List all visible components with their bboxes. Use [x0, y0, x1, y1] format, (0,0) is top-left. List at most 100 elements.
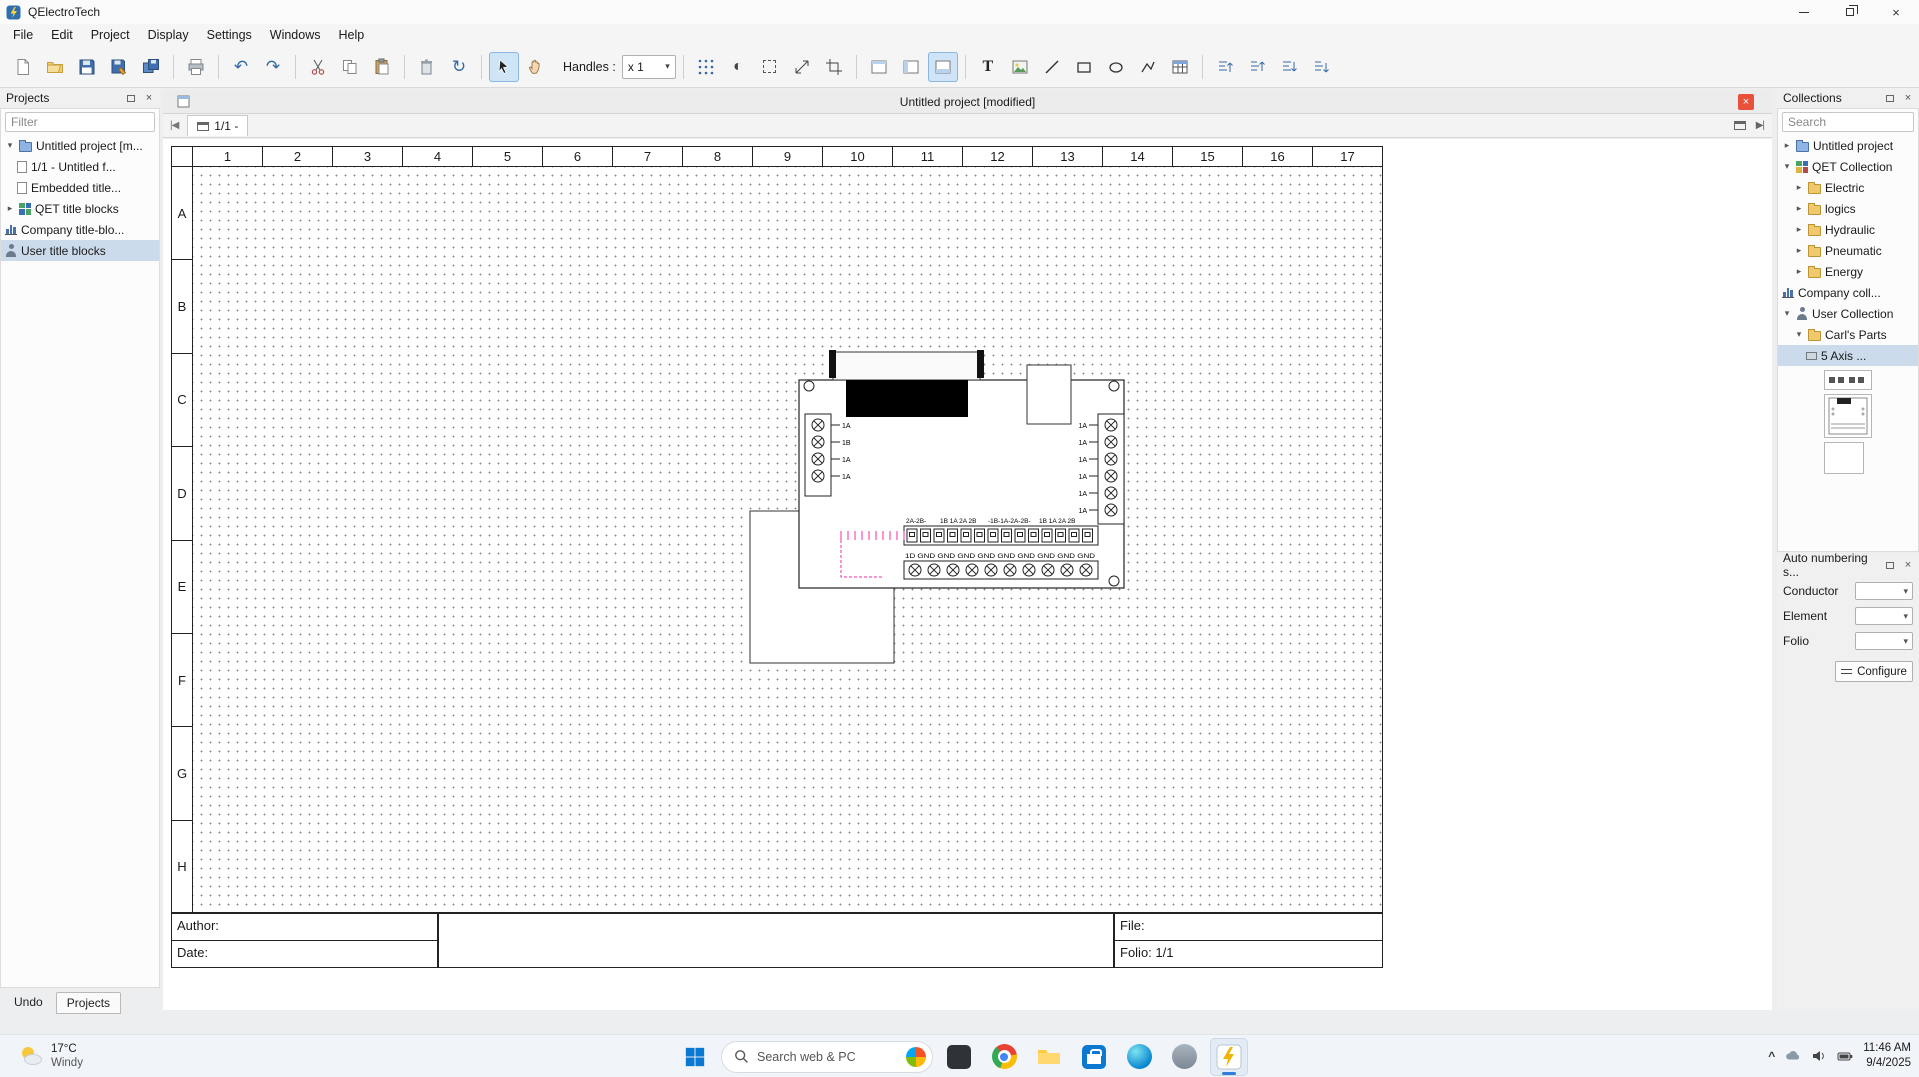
weather-widget[interactable]: 17°C Windy — [10, 1035, 91, 1077]
folio-tab[interactable]: 1/1 - — [187, 115, 248, 136]
collapse-arrow-icon[interactable]: ▾ — [1782, 161, 1792, 172]
tree-item-carls-parts[interactable]: ▾ Carl's Parts — [1778, 324, 1918, 345]
tree-item-logics[interactable]: ▸ logics — [1778, 198, 1918, 219]
expand-arrow-icon[interactable]: ▸ — [1794, 224, 1804, 235]
tree-item-untitled-project[interactable]: ▸ Untitled project — [1778, 135, 1918, 156]
add-polyline-button[interactable] — [1133, 52, 1163, 82]
diagram-canvas[interactable]: 1 2 3 4 5 6 7 8 9 10 11 12 13 14 15 16 1 — [163, 139, 1772, 1010]
rubberband-select-button[interactable] — [755, 52, 785, 82]
paste-button[interactable] — [367, 52, 397, 82]
expand-arrow-icon[interactable]: ▸ — [1794, 245, 1804, 256]
search-input[interactable] — [1782, 112, 1914, 132]
undo-tab[interactable]: Undo — [4, 992, 53, 1014]
tree-item-user-collection[interactable]: ▾ User Collection — [1778, 303, 1918, 324]
expand-arrow-icon[interactable]: ▸ — [1794, 266, 1804, 277]
taskbar-search[interactable]: Search web & PC — [721, 1041, 933, 1073]
element-preview-thumbnail[interactable] — [1824, 370, 1872, 390]
folio-select[interactable]: ▾ — [1855, 632, 1913, 650]
copy-button[interactable] — [335, 52, 365, 82]
element-preview-thumbnail[interactable] — [1824, 394, 1872, 438]
menu-display[interactable]: Display — [139, 25, 198, 45]
rotate-button[interactable]: ↻ — [444, 52, 474, 82]
tray-volume-icon[interactable] — [1811, 1048, 1827, 1064]
expand-arrow-icon[interactable]: ▸ — [1794, 182, 1804, 193]
document-tab[interactable]: Untitled project [modified] — [900, 95, 1035, 109]
cut-button[interactable] — [303, 52, 333, 82]
add-image-button[interactable] — [1005, 52, 1035, 82]
collapse-arrow-icon[interactable]: ▾ — [5, 140, 15, 151]
conductor-select[interactable]: ▾ — [1855, 582, 1913, 600]
configure-button[interactable]: Configure — [1835, 661, 1913, 682]
tree-item-folio[interactable]: 1/1 - Untitled f... — [1, 156, 159, 177]
hidden-icons-button[interactable]: ^ — [1768, 1049, 1775, 1063]
first-folio-button[interactable]: |◀ — [163, 120, 185, 131]
tab-close-button[interactable]: × — [1738, 94, 1754, 110]
collapse-arrow-icon[interactable]: ▾ — [1782, 308, 1792, 319]
start-button[interactable] — [676, 1038, 714, 1076]
tree-item-qet-titleblocks[interactable]: ▸ QET title blocks — [1, 198, 159, 219]
close-dock-button[interactable]: × — [142, 91, 156, 105]
float-dock-button[interactable] — [1883, 91, 1897, 105]
search-highlights-icon[interactable] — [906, 1047, 926, 1067]
tree-item-hydraulic[interactable]: ▸ Hydraulic — [1778, 219, 1918, 240]
breakout-board-element[interactable]: 1A 1B 1A 1A 1A 1A — [799, 350, 1124, 588]
windowed-view-button[interactable] — [896, 52, 926, 82]
folio-view-button[interactable] — [864, 52, 894, 82]
tree-item-embedded-titleblocks[interactable]: Embedded title... — [1, 177, 159, 198]
microsoft-store-button[interactable] — [1075, 1038, 1113, 1076]
tree-item-5-axis[interactable]: 5 Axis ... — [1778, 345, 1918, 366]
align-conductors-button-4[interactable] — [1306, 52, 1336, 82]
pan-tool-button[interactable] — [521, 52, 551, 82]
schematic-drawing[interactable]: 1A 1B 1A 1A 1A 1A — [193, 167, 1382, 914]
menu-settings[interactable]: Settings — [198, 25, 261, 45]
handles-select[interactable]: x 1 ▾ — [622, 55, 676, 79]
align-conductors-button-3[interactable] — [1274, 52, 1304, 82]
tree-item-company-collection[interactable]: Company coll... — [1778, 282, 1918, 303]
file-explorer-button[interactable] — [1030, 1038, 1068, 1076]
print-button[interactable] — [181, 52, 211, 82]
tree-item-user-titleblocks[interactable]: User title blocks — [1, 240, 159, 261]
tree-item-qet-collection[interactable]: ▾ QET Collection — [1778, 156, 1918, 177]
menu-edit[interactable]: Edit — [42, 25, 82, 45]
qelectrotech-taskbar-button[interactable] — [1210, 1038, 1248, 1076]
component-box[interactable] — [1027, 365, 1071, 424]
edge-button[interactable] — [1120, 1038, 1158, 1076]
collapse-arrow-icon[interactable]: ▾ — [1794, 329, 1804, 340]
titleblock-view-button[interactable] — [928, 52, 958, 82]
tree-item-pneumatic[interactable]: ▸ Pneumatic — [1778, 240, 1918, 261]
menu-help[interactable]: Help — [330, 25, 374, 45]
menu-windows[interactable]: Windows — [261, 25, 330, 45]
save-button[interactable] — [72, 52, 102, 82]
undo-button[interactable]: ↶ — [226, 52, 256, 82]
tree-item-company-titleblocks[interactable]: Company title-blo... — [1, 219, 159, 240]
last-folio-button[interactable]: ▶| — [1756, 120, 1764, 131]
menu-file[interactable]: File — [4, 25, 42, 45]
tree-item-energy[interactable]: ▸ Energy — [1778, 261, 1918, 282]
redo-button[interactable]: ↷ — [258, 52, 288, 82]
save-all-button[interactable] — [136, 52, 166, 82]
tree-item-electric[interactable]: ▸ Electric — [1778, 177, 1918, 198]
tray-battery-icon[interactable] — [1837, 1048, 1853, 1064]
element-select[interactable]: ▾ — [1855, 607, 1913, 625]
select-tool-button[interactable] — [489, 52, 519, 82]
crop-view-button[interactable] — [819, 52, 849, 82]
close-dock-button[interactable]: × — [1901, 91, 1915, 105]
new-file-button[interactable] — [8, 52, 38, 82]
filter-input[interactable] — [5, 112, 155, 132]
taskbar-app-dark-icon[interactable] — [940, 1038, 978, 1076]
chrome-button[interactable] — [985, 1038, 1023, 1076]
add-ellipse-button[interactable] — [1101, 52, 1131, 82]
resize-handles-button[interactable] — [787, 52, 817, 82]
align-conductors-button-2[interactable] — [1242, 52, 1272, 82]
db25-connector[interactable] — [829, 350, 984, 417]
detach-folio-button[interactable] — [1734, 121, 1746, 130]
tray-cloud-icon[interactable] — [1785, 1048, 1801, 1064]
expand-arrow-icon[interactable]: ▸ — [1794, 203, 1804, 214]
taskbar-app-gray-icon[interactable] — [1165, 1038, 1203, 1076]
shade-toggle-button[interactable]: ◐ — [723, 52, 753, 82]
delete-button[interactable] — [412, 52, 442, 82]
close-dock-button[interactable]: × — [1901, 558, 1915, 572]
projects-tab[interactable]: Projects — [56, 992, 121, 1014]
minimize-button[interactable] — [1781, 0, 1827, 24]
open-file-button[interactable] — [40, 52, 70, 82]
